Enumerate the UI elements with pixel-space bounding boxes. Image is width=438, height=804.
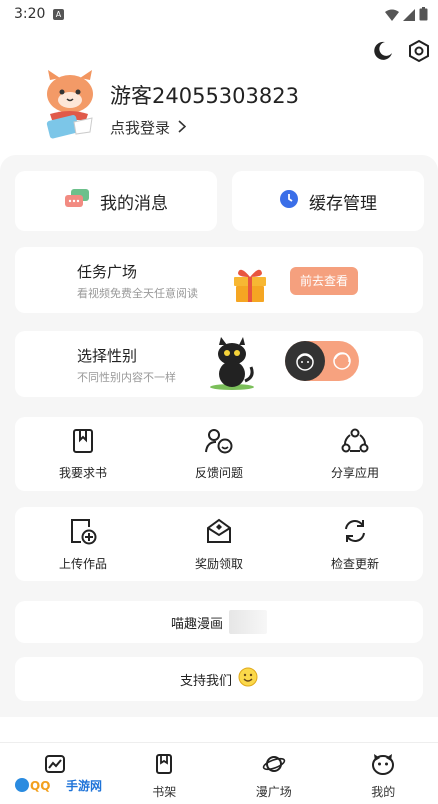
refresh-icon [341,517,369,549]
clock-icon [279,189,299,214]
book-request-icon [70,428,96,458]
upload-work-label: 上传作品 [58,556,107,571]
profile-header: 游客24055303823 点我登录 [42,70,402,142]
login-label: 点我登录 [110,119,171,137]
status-time: 3:20 [14,6,46,22]
reward-mail-icon [205,517,233,549]
claim-reward-label: 奖励领取 [194,556,243,571]
go-view-button[interactable]: 前去查看 [290,267,358,295]
watermark-text: 手游网 [66,778,103,793]
request-book-button[interactable]: 我要求书 [15,417,151,491]
gender-toggle[interactable] [285,341,359,381]
app-name: 喵趣漫画 [170,616,223,632]
task-square-card[interactable]: 任务广场 看视频免费全天任意阅读 前去查看 [15,247,423,313]
signal-icon [403,6,415,25]
tab-mine-label: 我的 [371,785,396,799]
upload-work-button[interactable]: 上传作品 [15,507,151,581]
battery-icon [419,6,428,25]
avatar[interactable] [42,70,98,140]
request-book-label: 我要求书 [58,465,107,480]
claim-reward-button[interactable]: 奖励领取 [151,507,287,581]
night-mode-icon[interactable] [370,38,396,64]
gender-select-subtitle: 不同性别内容不一样 [77,371,176,384]
tab-comic-square-label: 漫广场 [255,785,292,799]
upload-icon [69,517,97,549]
share-app-label: 分享应用 [330,465,379,480]
feature-grid-row-1: 我要求书 反馈问题 分享应用 [15,417,423,491]
support-us-button[interactable]: 支持我们 [15,657,423,701]
cat-face-icon [371,753,395,779]
settings-icon[interactable] [406,38,432,64]
watermark-logo: QQ 手游网 [14,776,102,794]
black-cat-illustration [207,337,257,395]
gift-icon [230,263,270,307]
tab-mine[interactable]: 我的 [329,743,438,804]
chat-bubble-icon [64,188,90,215]
tab-bookshelf[interactable]: 书架 [110,743,220,804]
check-update-button[interactable]: 检查更新 [287,507,423,581]
support-us-label: 支持我们 [179,673,232,689]
cache-management-button[interactable]: 缓存管理 [232,171,424,231]
gender-select-title: 选择性别 [77,347,138,365]
task-square-title: 任务广场 [77,263,138,281]
share-icon [341,428,369,458]
svg-text:QQ: QQ [30,779,50,793]
tab-comics[interactable] [0,743,110,804]
app-info-bar: 喵趣漫画 [15,601,423,643]
chevron-right-icon [178,119,187,137]
status-bar: 3:20 A [0,0,438,30]
tab-comic-square[interactable]: 漫广场 [219,743,329,804]
login-link[interactable]: 点我登录 [110,117,187,138]
feature-grid-row-2: 上传作品 奖励领取 检查更新 [15,507,423,581]
notification-icon: A [53,9,64,20]
planet-icon [262,753,286,779]
gender-select-card: 选择性别 不同性别内容不一样 [15,331,423,397]
check-update-label: 检查更新 [330,556,379,571]
app-version-blurred [229,610,267,634]
content-panel: 我的消息 缓存管理 任务广场 看视频免费全天任意阅读 前去查看 选择性别 不同性… [0,155,438,717]
bookshelf-icon [153,753,175,779]
female-face-icon [332,351,352,375]
feedback-icon [204,428,234,458]
feedback-label: 反馈问题 [194,465,243,480]
tab-bookshelf-label: 书架 [152,785,177,799]
wifi-icon [385,6,399,25]
male-face-icon [285,341,325,381]
smile-icon [238,667,258,691]
share-app-button[interactable]: 分享应用 [287,417,423,491]
username: 游客24055303823 [110,84,299,108]
my-messages-button[interactable]: 我的消息 [15,171,217,231]
cache-management-label: 缓存管理 [309,193,377,214]
task-square-subtitle: 看视频免费全天任意阅读 [77,287,198,300]
bottom-tab-bar: 书架 漫广场 我的 [0,742,438,804]
my-messages-label: 我的消息 [100,193,168,214]
feedback-button[interactable]: 反馈问题 [151,417,287,491]
